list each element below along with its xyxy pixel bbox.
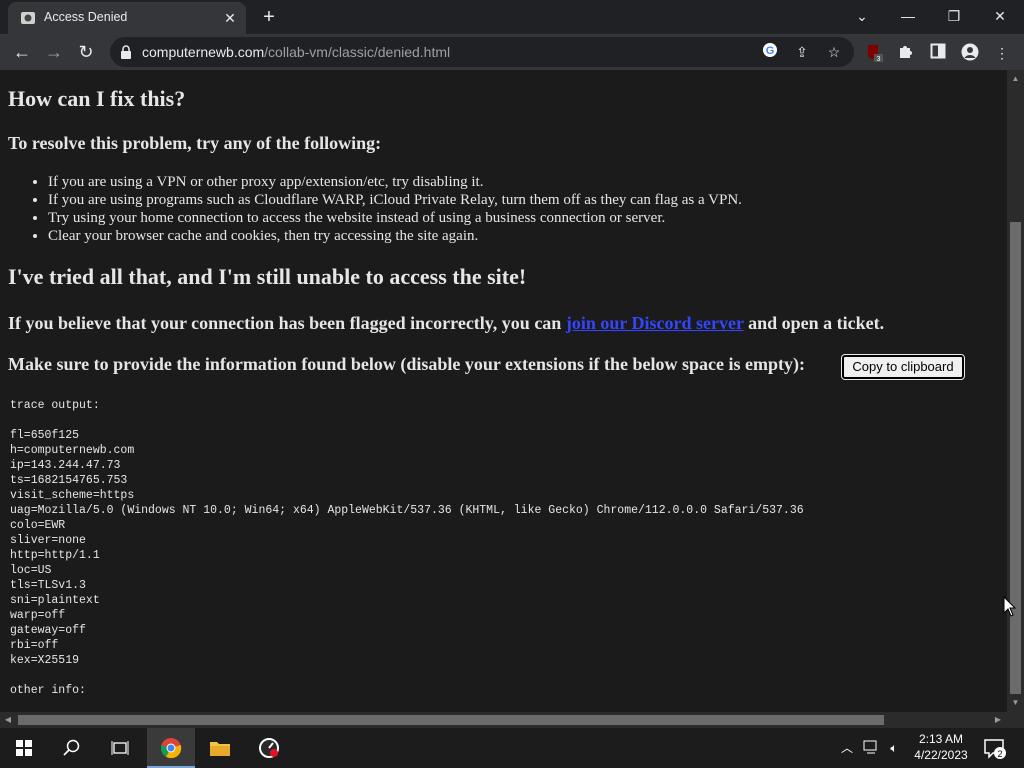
tip-item: If you are using programs such as Cloudf… [48,191,742,209]
discord-link[interactable]: join our Discord server [566,313,744,333]
restore-button[interactable]: ❐ [940,4,968,28]
address-bar[interactable]: computernewb.com/collab-vm/classic/denie… [110,37,854,67]
flagged-prefix: If you believe that your connection has … [8,313,562,333]
search-button[interactable] [48,728,96,768]
trace-line: visit_scheme=https [10,489,135,502]
forward-button[interactable]: → [42,40,66,64]
close-icon[interactable]: ✕ [222,10,238,26]
new-tab-button[interactable]: + [258,6,280,28]
svg-text:G: G [766,45,775,57]
trace-line: sni=plaintext [10,594,100,607]
trace-line: gateway=off [10,624,86,637]
tip-item: If you are using a VPN or other proxy ap… [48,173,742,191]
trace-line [10,668,804,683]
trace-line: colo=EWR [10,519,66,532]
file-explorer-button[interactable] [196,728,244,768]
fix-heading: How can I fix this? [8,86,186,111]
browser-toolbar: ← → ↻ computernewb.com/collab-vm/classic… [0,34,1024,70]
taskbar-clock[interactable]: 2:13 AM 4/22/2023 [910,731,972,763]
trace-line: other info: [10,684,86,697]
lock-icon [121,45,131,59]
side-panel-icon[interactable] [928,43,948,63]
chrome-icon [160,738,182,759]
tip-item: Clear your browser cache and cookies, th… [48,227,742,245]
google-icon[interactable]: G [760,42,780,62]
folder-icon [210,742,230,756]
scroll-corner [1007,712,1024,728]
extension-badge: 3 [877,56,881,63]
reload-button[interactable]: ↻ [74,40,98,64]
windows-taskbar: ︿ 🔈︎ 2:13 AM 4/22/2023 2 [0,728,1024,768]
tips-list: If you are using a VPN or other proxy ap… [8,173,742,245]
start-button[interactable] [0,728,48,768]
trace-line: tls=TLSv1.3 [10,579,86,592]
mouse-cursor-icon [1003,596,1017,617]
clock-date: 4/22/2023 [914,748,968,762]
speedometer-app-icon [259,738,279,758]
tab-title: Access Denied [44,10,128,24]
trace-line: rbi=off [10,639,59,652]
chrome-taskbar-button[interactable] [147,728,195,768]
back-button[interactable]: ← [10,40,34,64]
scroll-left-icon[interactable]: ◀ [3,715,13,725]
minimize-button[interactable]: — [894,4,922,28]
scroll-down-icon[interactable]: ▼ [1011,698,1020,707]
page-content: How can I fix this? To resolve this prob… [0,70,1007,712]
trace-line: ts=1682154765.753 [10,474,128,487]
trace-output[interactable]: trace output: fl=650f125 h=computernewb.c… [10,398,804,698]
tab-access-denied[interactable]: Access Denied ✕ [8,2,246,34]
trace-line: trace output: [10,399,100,412]
trace-line: h=computernewb.com [10,444,135,457]
show-hidden-icons-icon[interactable]: ︿ [838,740,856,756]
profile-avatar-icon[interactable] [960,43,980,63]
menu-kebab-icon[interactable]: ⋮ [992,43,1012,63]
url-host: computernewb.com [142,44,265,60]
task-view-icon [111,741,129,755]
provide-info-text: Make sure to provide the information fou… [8,354,806,374]
window-close-button[interactable]: ✕ [986,4,1014,28]
network-icon[interactable] [862,740,880,756]
trace-line: uag=Mozilla/5.0 (Windows NT 10.0; Win64;… [10,504,804,517]
app-taskbar-button[interactable] [245,728,293,768]
clock-time: 2:13 AM [918,732,964,746]
still-heading: I've tried all that, and I'm still unabl… [8,264,527,289]
extensions-puzzle-icon[interactable] [896,43,916,63]
notification-count: 2 [997,749,1002,759]
flagged-suffix: and open a ticket. [748,313,885,333]
trace-line: sliver=none [10,534,86,547]
volume-icon[interactable]: 🔈︎ [885,740,903,756]
tab-search-icon[interactable]: ⌄ [848,4,876,28]
task-view-button[interactable] [96,728,144,768]
scroll-right-icon[interactable]: ▶ [993,715,1003,725]
trace-line: kex=X25519 [10,654,80,667]
vertical-scroll-thumb[interactable] [1010,222,1021,694]
resolve-heading: To resolve this problem, try any of the … [8,133,382,153]
scroll-up-icon[interactable]: ▲ [1011,74,1020,83]
url-text: computernewb.com/collab-vm/classic/denie… [142,44,450,60]
tip-item: Try using your home connection to access… [48,209,742,227]
trace-line: ip=143.244.47.73 [10,459,121,472]
url-path: /collab-vm/classic/denied.html [264,44,451,60]
horizontal-scroll-thumb[interactable] [18,715,884,725]
browser-tabbar: Access Denied ✕ + ⌄ — ❐ ✕ [0,0,1024,34]
horizontal-scrollbar[interactable]: ◀ ▶ [0,712,1007,728]
search-icon [63,739,80,756]
share-icon[interactable]: ⇪ [792,42,812,62]
trace-line [10,413,804,428]
trace-line: http=http/1.1 [10,549,100,562]
copy-to-clipboard-button[interactable]: Copy to clipboard [841,354,965,380]
trace-line: loc=US [10,564,52,577]
flagged-text: If you believe that your connection has … [8,313,884,334]
trace-line: warp=off [10,609,66,622]
trace-line: fl=650f125 [10,429,80,442]
notification-icon[interactable]: 2 [982,736,1006,760]
ublock-extension-icon[interactable]: 3 [864,43,884,63]
bookmark-star-icon[interactable]: ☆ [824,42,844,62]
site-favicon-icon [21,12,35,24]
windows-logo-icon [16,740,32,756]
